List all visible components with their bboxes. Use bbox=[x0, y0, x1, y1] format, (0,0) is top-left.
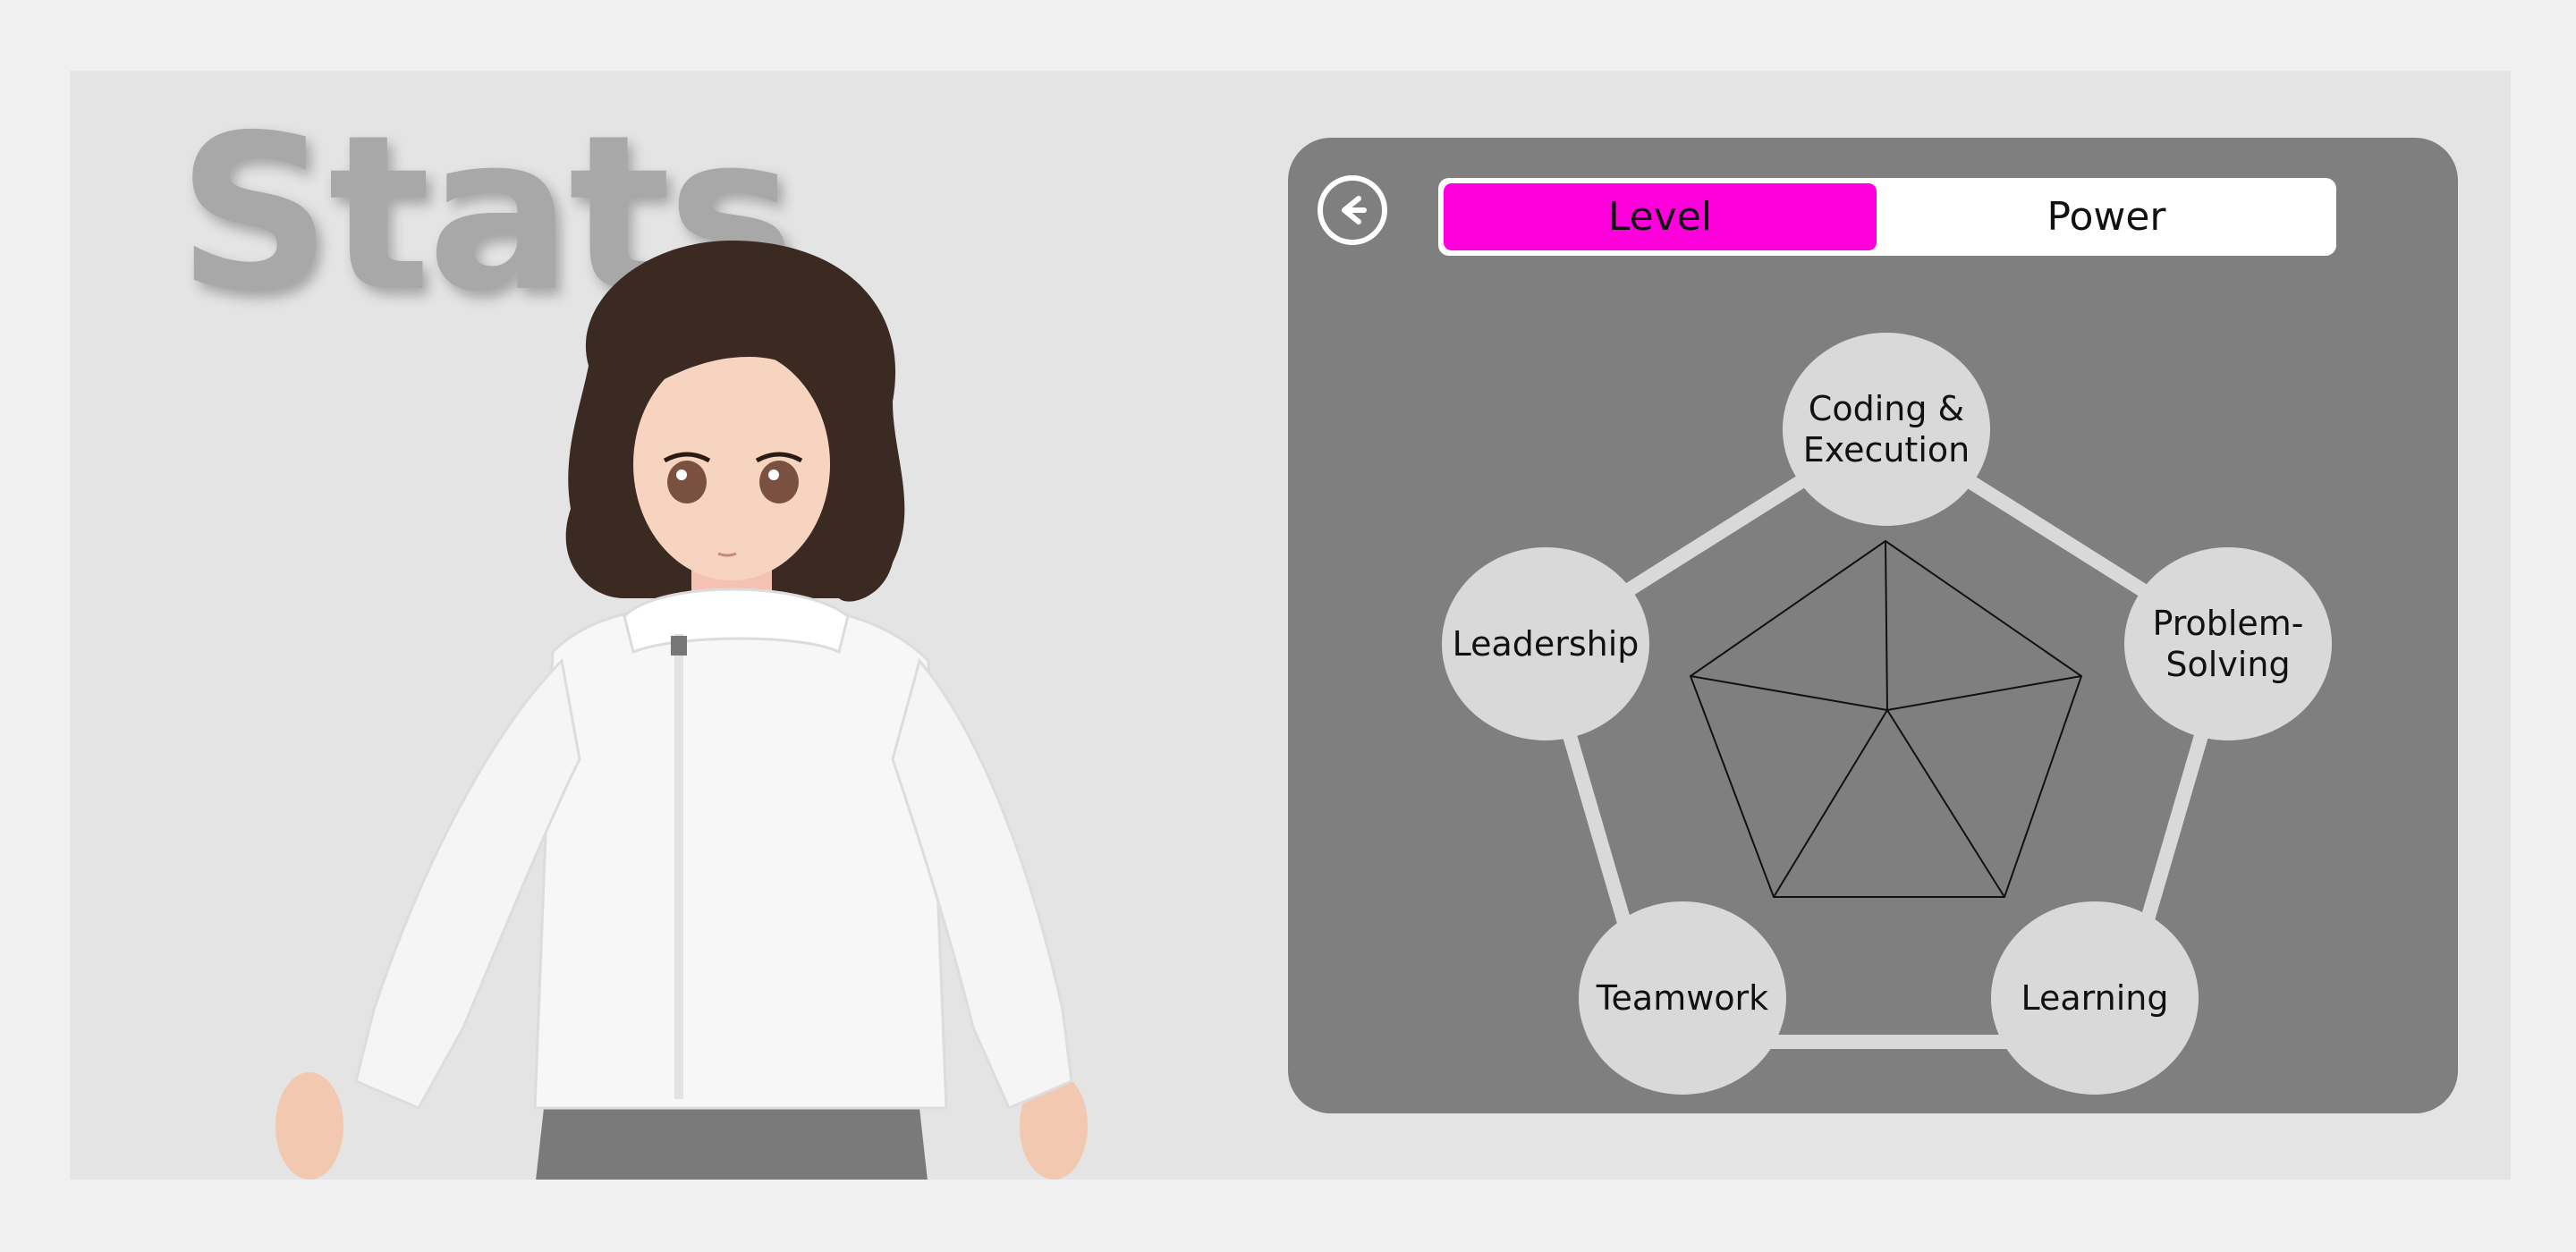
radar-axis bbox=[1690, 675, 1888, 711]
avatar-character bbox=[275, 241, 1088, 1180]
skill-node-leadership[interactable]: Leadership bbox=[1442, 547, 1649, 740]
skill-node-coding-execution[interactable]: Coding & Execution bbox=[1783, 333, 1990, 526]
stats-screen: Stats Level Power Coding & Execution Pro… bbox=[70, 71, 2511, 1180]
skill-label: Coding & Execution bbox=[1802, 389, 1970, 470]
skill-node-learning[interactable]: Learning bbox=[1991, 901, 2199, 1095]
skill-node-teamwork[interactable]: Teamwork bbox=[1579, 901, 1786, 1095]
radar-axis bbox=[1886, 709, 2005, 898]
radar-axis bbox=[1773, 709, 1888, 898]
skill-label: Learning bbox=[2021, 978, 2169, 1018]
skill-label: Teamwork bbox=[1596, 978, 1769, 1018]
skill-node-problem-solving[interactable]: Problem- Solving bbox=[2124, 547, 2332, 740]
radar-axis bbox=[1886, 675, 2082, 711]
radar-axis bbox=[1885, 540, 1888, 711]
skill-label: Problem- Solving bbox=[2152, 604, 2304, 684]
stats-panel: Level Power Coding & Execution Problem- So… bbox=[1288, 138, 2458, 1113]
skill-label: Leadership bbox=[1452, 624, 1640, 664]
